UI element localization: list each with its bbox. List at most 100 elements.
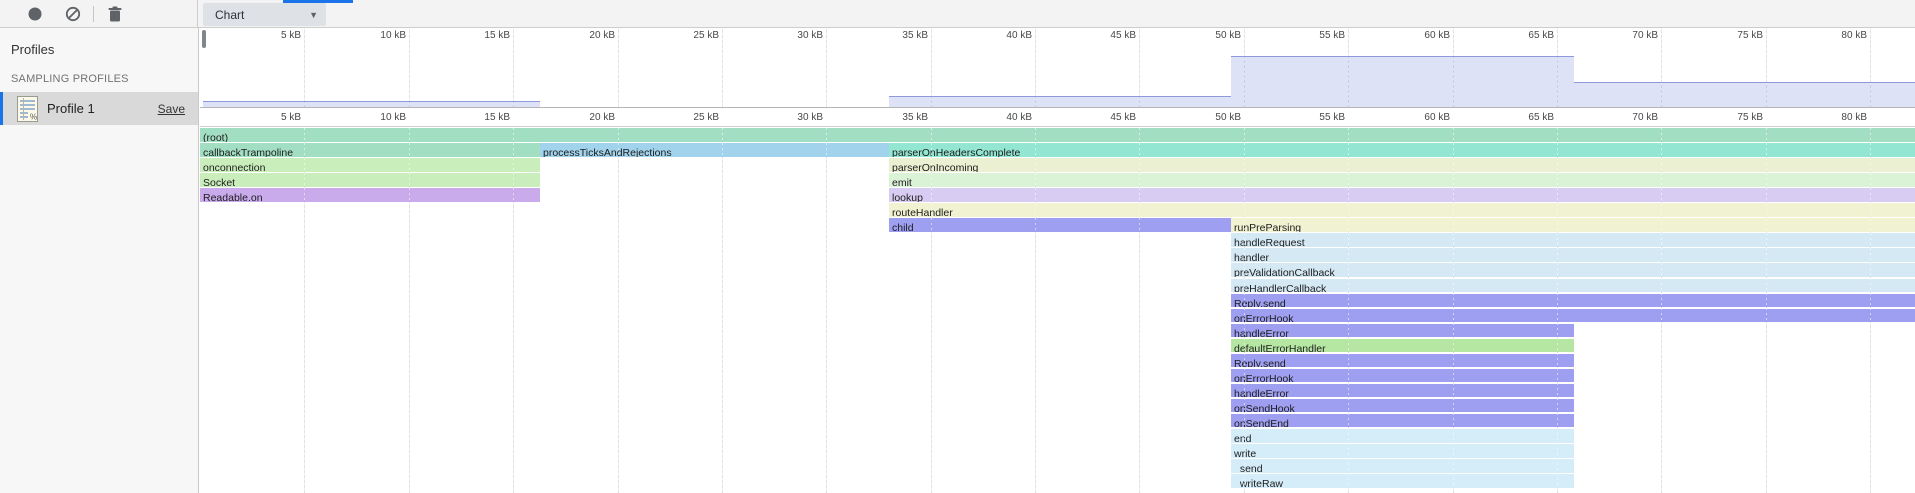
flame-bar[interactable]: lookup [889, 188, 1915, 202]
sidebar-title: Profiles [0, 28, 198, 57]
axis-tick-label: 5 kB [255, 28, 301, 43]
axis-tick-label: 80 kB [1821, 28, 1867, 43]
overview-window-left-handle[interactable] [202, 30, 206, 48]
flame-bar-label: lookup [889, 192, 923, 202]
flame-bar-label: parserOnIncoming [889, 162, 978, 172]
overview-area-segment [203, 101, 540, 108]
grid-dashline [1035, 128, 1036, 493]
flame-bar[interactable]: preValidationCallback [1231, 263, 1915, 277]
grid-dashline [1557, 28, 1558, 108]
axis-tick-label: 25 kB [673, 28, 719, 43]
grid-dashline [1766, 128, 1767, 493]
flame-bar-label: Reply.send [1231, 358, 1286, 368]
flame-bar[interactable]: onSendEnd [1231, 414, 1574, 428]
flame-bar-label: write_ [1231, 448, 1262, 458]
axis-tick-label: 35 kB [882, 109, 928, 126]
grid-dashline [1139, 128, 1140, 493]
flame-bar[interactable]: onErrorHook [1231, 309, 1915, 323]
axis-tick-label: 10 kB [360, 109, 406, 126]
delete-profile-button[interactable] [105, 4, 125, 24]
flame-bar[interactable]: Readable.on [200, 188, 540, 202]
flame-bar[interactable]: child [889, 218, 1231, 232]
flame-bar[interactable]: (root) [200, 128, 1915, 142]
flame-bar[interactable]: handleRequest [1231, 233, 1915, 247]
axis-tick-label: 15 kB [464, 28, 510, 43]
grid-dashline [409, 28, 410, 108]
axis-tick-label: 50 kB [1195, 28, 1241, 43]
flame-chart[interactable]: (root)callbackTrampolineprocessTicksAndR… [200, 128, 1915, 493]
flame-bar-label: (root) [200, 132, 228, 142]
flame-bar[interactable]: Socket [200, 173, 540, 187]
flame-bar-label: processTicksAndRejections [540, 147, 672, 157]
flame-bar[interactable]: defaultErrorHandler [1231, 339, 1574, 353]
profile-list-item[interactable]: % Profile 1 Save [0, 92, 198, 125]
axis-tick-label: 45 kB [1090, 109, 1136, 126]
flame-bar[interactable]: handleError [1231, 384, 1574, 398]
flame-bar[interactable]: write_ [1231, 444, 1574, 458]
grid-dashline [931, 128, 932, 493]
flame-bar[interactable]: _send [1231, 459, 1574, 473]
grid-dashline [513, 128, 514, 493]
trash-icon [108, 6, 122, 22]
grid-dashline [1348, 28, 1349, 108]
flame-bar[interactable]: callbackTrampoline [200, 143, 540, 157]
axis-tick-label: 65 kB [1508, 109, 1554, 126]
axis-tick-label: 15 kB [464, 109, 510, 126]
flame-bar[interactable]: preHandlerCallback [1231, 279, 1915, 293]
flame-bar[interactable]: Reply.send [1231, 294, 1915, 308]
flame-bar[interactable]: onErrorHook [1231, 369, 1574, 383]
flame-bar[interactable]: processTicksAndRejections [540, 143, 889, 157]
grid-dashline [931, 28, 932, 108]
grid-dashline [304, 128, 305, 493]
clear-all-button[interactable] [63, 4, 83, 24]
flame-bar[interactable]: parserOnIncoming [889, 158, 1915, 172]
flame-bar[interactable]: onconnection [200, 158, 540, 172]
grid-dashline [409, 128, 410, 493]
save-link[interactable]: Save [158, 102, 185, 116]
flame-bar-label: routeHandler [889, 207, 953, 217]
axis-tick-label: 40 kB [986, 28, 1032, 43]
grid-dashline [1453, 128, 1454, 493]
axis-tick-label: 20 kB [569, 28, 615, 43]
axis-tick-label: 55 kB [1299, 109, 1345, 126]
flame-bar-label: _send [1231, 463, 1263, 473]
axis-tick-label: 75 kB [1717, 109, 1763, 126]
toolbar-sidebar-divider [197, 0, 198, 28]
grid-dashline [826, 28, 827, 108]
flame-bar[interactable]: handler [1231, 248, 1915, 262]
flame-bar[interactable]: emit [889, 173, 1915, 187]
axis-tick-label: 30 kB [777, 28, 823, 43]
flame-bar[interactable]: onSendHook [1231, 399, 1574, 413]
flame-bar[interactable]: parserOnHeadersComplete [889, 143, 1915, 157]
flame-bar[interactable]: runPreParsing [1231, 218, 1915, 232]
flame-bar-label: Readable.on [200, 192, 263, 202]
flame-bar-label: handleError [1231, 388, 1289, 398]
flame-bar[interactable]: handleError [1231, 324, 1574, 338]
toolbar: Chart ▼ [0, 0, 1915, 28]
profile-name: Profile 1 [47, 101, 158, 116]
flame-bar-label: emit [889, 177, 912, 187]
axis-tick-label: 5 kB [255, 109, 301, 126]
selected-accent-bar [0, 92, 3, 125]
chart-view-select[interactable]: Chart ▼ [203, 3, 326, 26]
record-button[interactable] [25, 4, 45, 24]
overview-pane[interactable]: 5 kB10 kB15 kB20 kB25 kB30 kB35 kB40 kB4… [200, 28, 1915, 108]
flame-bar[interactable]: end [1231, 429, 1574, 443]
grid-dashline [826, 128, 827, 493]
grid-dashline [1870, 128, 1871, 493]
flame-bar-label: onSendHook [1231, 403, 1295, 413]
flame-bar[interactable]: _writeRaw [1231, 474, 1574, 488]
axis-tick-label: 10 kB [360, 28, 406, 43]
sampling-profiles-heading: SAMPLING PROFILES [0, 57, 198, 85]
flame-bar-label: onSendEnd [1231, 418, 1289, 428]
grid-dashline [722, 28, 723, 108]
flame-bar-label: handler [1231, 252, 1269, 262]
axis-tick-label: 30 kB [777, 109, 823, 126]
overview-area-segment [1574, 82, 1915, 108]
flame-bar[interactable]: routeHandler [889, 203, 1915, 217]
axis-tick-label: 70 kB [1612, 109, 1658, 126]
flame-bar-label: onErrorHook [1231, 313, 1294, 323]
axis-tick-label: 65 kB [1508, 28, 1554, 43]
axis-tick-label: 60 kB [1404, 28, 1450, 43]
flame-bar[interactable]: Reply.send [1231, 354, 1574, 368]
